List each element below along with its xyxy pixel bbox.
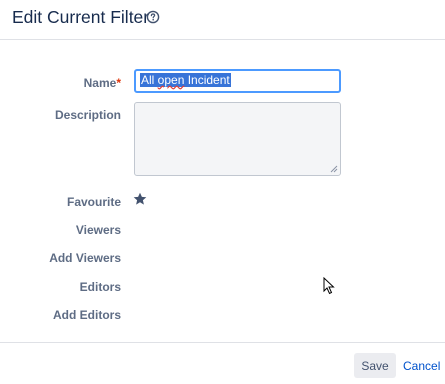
description-label: Description (54, 108, 121, 122)
resize-handle-icon[interactable] (330, 165, 338, 173)
editors-label: Editors (79, 280, 121, 294)
add-viewers-label: Add Viewers (49, 251, 121, 265)
name-label: Name* (84, 76, 121, 90)
name-input[interactable]: All open Incident (134, 69, 341, 93)
mouse-cursor-icon (323, 277, 335, 295)
name-value-selection: All open Incident (140, 73, 231, 87)
name-value-part3: Incident (184, 73, 230, 87)
viewers-label: Viewers (75, 223, 121, 237)
name-value-part1: All (141, 73, 158, 87)
favourite-label: Favourite (66, 195, 121, 209)
name-value-misspelled: open (157, 73, 185, 87)
required-marker: * (116, 76, 121, 90)
name-label-text: Name (83, 76, 117, 90)
dialog-header: Edit Current Filter (0, 0, 445, 40)
dialog-title: Edit Current Filter (12, 7, 150, 27)
help-circle-icon[interactable] (146, 10, 160, 24)
description-textarea[interactable] (134, 102, 341, 176)
add-editors-label: Add Editors (53, 308, 121, 322)
star-filled-icon[interactable] (133, 192, 147, 206)
cancel-link[interactable]: Cancel (403, 359, 440, 373)
save-button[interactable]: Save (354, 353, 396, 378)
